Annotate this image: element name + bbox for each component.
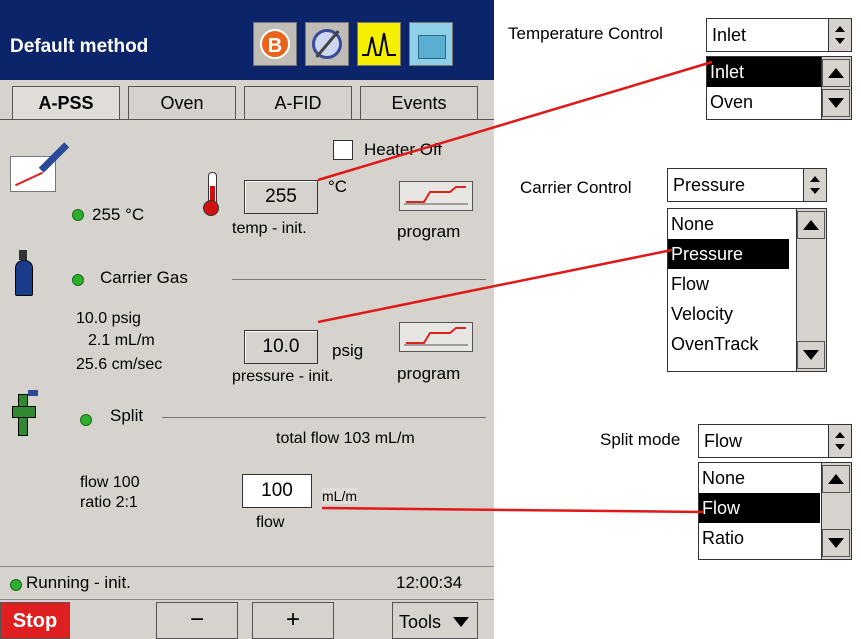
heater-off-label: Heater Off <box>364 140 443 159</box>
scroll-up-icon[interactable] <box>822 59 850 87</box>
split-mode-list: None Flow Ratio <box>698 462 852 560</box>
status-text: Running - init. <box>26 573 131 592</box>
temperature-program-label: program <box>397 222 461 241</box>
pressure-caption: pressure - init. <box>232 368 334 385</box>
option-flow[interactable]: Flow <box>699 493 820 523</box>
scroll-up-icon[interactable] <box>797 211 825 239</box>
inlet-syringe-icon <box>6 138 70 192</box>
split-flow-field[interactable]: 100 <box>242 474 312 508</box>
updown-icon <box>828 425 851 457</box>
scroll-down-icon[interactable] <box>797 341 825 369</box>
temperature-control-list: Inlet Oven <box>706 56 852 120</box>
temperature-control-select[interactable]: Inlet <box>706 18 852 52</box>
b-badge-icon[interactable]: B <box>253 22 297 66</box>
status-time: 12:00:34 <box>396 573 463 592</box>
temperature-control-label: Temperature Control <box>508 24 663 43</box>
carrier-section-label: Carrier Gas <box>100 268 188 287</box>
scroll-up-icon[interactable] <box>822 465 850 493</box>
tab-events[interactable]: Events <box>360 86 478 120</box>
updown-icon <box>803 169 826 201</box>
updown-icon <box>828 19 851 51</box>
temperature-caption: temp - init. <box>232 220 307 237</box>
option-pressure[interactable]: Pressure <box>668 239 789 269</box>
pressure-program-button[interactable] <box>399 322 473 352</box>
tab-a-fid[interactable]: A-FID <box>244 86 352 120</box>
chevron-down-icon <box>453 617 469 627</box>
carrier-pressure-readout: 10.0 psig <box>76 310 141 327</box>
split-mode-select[interactable]: Flow <box>698 424 852 458</box>
temperature-program-button[interactable] <box>399 181 473 211</box>
stop-button[interactable]: Stop <box>0 602 70 639</box>
scroll-down-icon[interactable] <box>822 529 850 557</box>
split-separator <box>162 417 486 418</box>
split-section-label: Split <box>110 406 144 425</box>
decrement-button[interactable]: − <box>156 602 238 639</box>
tab-oven[interactable]: Oven <box>128 86 236 120</box>
carrier-status-led <box>72 274 84 286</box>
carrier-control-value: Pressure <box>673 175 746 195</box>
carrier-control-list: None Pressure Flow Velocity OvenTrack <box>667 208 827 372</box>
split-mode-value: Flow <box>704 431 743 451</box>
split-flow-caption: flow <box>256 514 285 531</box>
inlet-status-led <box>72 209 84 221</box>
tab-divider <box>0 119 494 120</box>
pressure-program-label: program <box>397 364 461 383</box>
split-flow-unit: mL/m <box>322 488 357 504</box>
gas-cylinder-icon <box>12 246 34 296</box>
instrument-icon[interactable] <box>409 22 453 66</box>
scroll-down-icon[interactable] <box>822 89 850 117</box>
carrier-velocity-readout: 25.6 cm/sec <box>76 356 163 373</box>
method-title: Default method <box>10 36 149 57</box>
split-ratio-readout: ratio 2:1 <box>80 494 138 511</box>
tools-menu-button[interactable]: Tools <box>392 602 478 639</box>
chromatogram-icon[interactable] <box>357 22 401 66</box>
temperature-control-value: Inlet <box>712 25 747 45</box>
increment-button[interactable]: + <box>252 602 334 639</box>
tools-label: Tools <box>399 612 442 632</box>
temperature-unit: °C <box>328 177 348 196</box>
split-flow-readout: flow 100 <box>80 474 140 491</box>
total-flow-readout: total flow 103 mL/m <box>276 430 415 447</box>
column-config-icon[interactable] <box>305 22 349 66</box>
split-mode-label: Split mode <box>600 430 681 449</box>
carrier-flow-readout: 2.1 mL/m <box>88 332 155 349</box>
thermometer-icon <box>202 172 220 218</box>
tab-a-pss[interactable]: A-PSS <box>12 86 120 120</box>
scrollbar[interactable] <box>821 463 851 559</box>
carrier-control-select[interactable]: Pressure <box>667 168 827 202</box>
pressure-field[interactable]: 10.0 <box>244 330 318 364</box>
split-status-led <box>80 414 92 426</box>
scrollbar[interactable] <box>821 57 851 119</box>
carrier-separator <box>232 279 486 280</box>
pressure-unit: psig <box>332 341 364 360</box>
scrollbar[interactable] <box>796 209 826 371</box>
temperature-field[interactable]: 255 <box>244 180 318 214</box>
split-valve-icon <box>10 390 40 438</box>
inlet-temp-readout: 255 °C <box>92 205 145 224</box>
running-status-led <box>10 579 22 591</box>
carrier-control-label: Carrier Control <box>520 178 632 197</box>
heater-off-checkbox[interactable] <box>333 140 353 160</box>
